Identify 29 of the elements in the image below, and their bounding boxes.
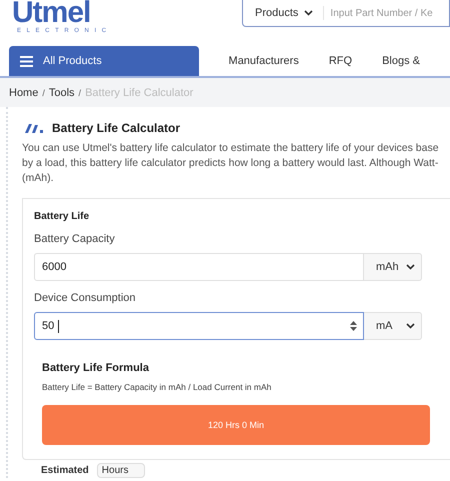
number-field[interactable]: 50 [34,312,364,340]
chevron-icon [406,323,415,329]
unit-select[interactable]: mAh [364,253,422,281]
calculator-title: Battery Life Calculator [52,121,180,135]
number-field[interactable]: 6000 [34,253,364,281]
menu-icon [20,56,33,66]
chevron-icon [304,10,314,16]
spinner-icon[interactable] [350,321,357,331]
estimate-select[interactable]: Hours [96,462,146,478]
field-label: Device Consumption [34,292,136,304]
breadcrumb-item[interactable]: Home [9,86,38,98]
estimate-label: Estimated [41,464,89,476]
breadcrumb-item[interactable]: Tools [48,86,75,98]
nav-link[interactable]: Blogs & [382,55,420,67]
field-label: Battery Capacity [34,233,115,245]
nav-link[interactable]: RFQ [328,55,352,67]
unit-select[interactable]: mA [364,312,422,340]
breadcrumb-separator: / [42,88,45,98]
logo[interactable]: Utmel [12,0,90,26]
breadcrumb-item: Battery Life Calculator [85,86,194,98]
all-products-button[interactable]: All Products [9,46,199,76]
description: You can use Utmel's battery life calculator to estimate the battery life of your devices base by a load, this battery life calculator predicts how long a battery would last. Although Watt- (mAh). [22,141,440,186]
slashes-icon [24,124,44,132]
nav-link[interactable]: Manufacturers [228,55,299,67]
section-title: Battery Life [34,211,90,222]
breadcrumb-separator: / [78,88,82,98]
chevron-icon [406,264,415,270]
formula-title: Battery Life Formula [42,362,149,374]
formula-text: Battery Life = Battery Capacity in mAh / Load Current in mAh [42,382,272,392]
